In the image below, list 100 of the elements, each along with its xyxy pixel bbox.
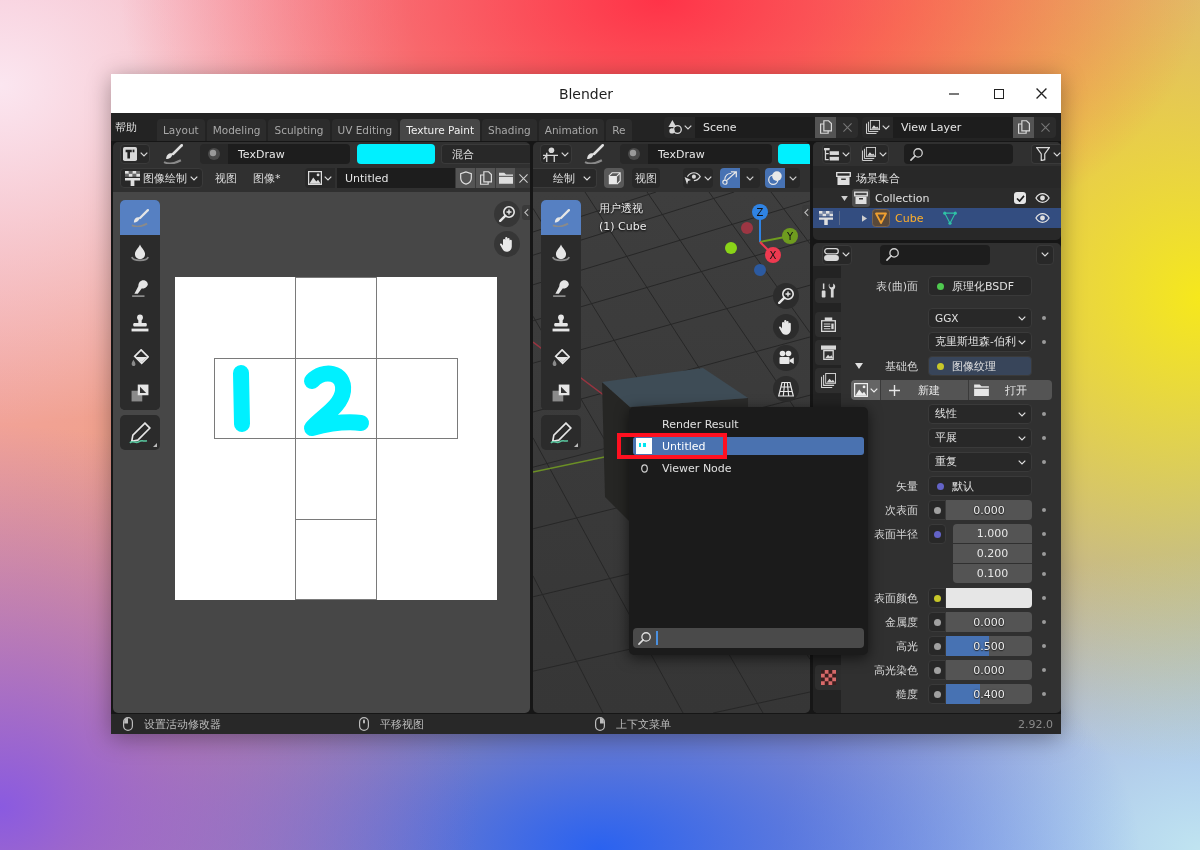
sidebar-toggle[interactable] xyxy=(522,205,530,220)
select-dropdown[interactable]: 克里斯坦森-伯利 xyxy=(928,332,1032,352)
toggle-button[interactable] xyxy=(604,168,624,188)
number-field[interactable]: 0.100 xyxy=(953,564,1032,583)
duplicate-button[interactable] xyxy=(815,116,836,138)
checkbox[interactable] xyxy=(1014,192,1026,204)
editor-type-button[interactable] xyxy=(540,144,572,164)
socket-button[interactable] xyxy=(928,636,946,656)
image-browse-button[interactable] xyxy=(305,168,335,188)
link-field[interactable]: 图像纹理 xyxy=(928,356,1032,376)
search-field[interactable] xyxy=(903,144,1013,164)
header-menu[interactable]: 视图 xyxy=(632,168,660,188)
decorator-dot-icon[interactable] xyxy=(1042,620,1046,624)
number-field[interactable]: 1.000 xyxy=(953,524,1032,543)
decorator-dot-icon[interactable] xyxy=(1042,572,1046,576)
zoom-button[interactable] xyxy=(773,283,799,309)
gizmo-options-dropdown[interactable] xyxy=(740,168,760,188)
open-button[interactable] xyxy=(495,168,515,188)
brush-browse-button[interactable] xyxy=(200,144,228,164)
select-dropdown[interactable]: 平展 xyxy=(928,428,1032,448)
outliner-row[interactable]: 场景集合 xyxy=(813,168,1061,188)
workspace-tab[interactable]: Animation xyxy=(538,119,605,141)
properties-tab[interactable] xyxy=(815,312,841,337)
search-field[interactable] xyxy=(633,628,864,648)
help-menu[interactable]: 帮助 xyxy=(115,119,137,135)
scene-browse-button[interactable] xyxy=(664,116,695,138)
select-dropdown[interactable]: 线性 xyxy=(928,404,1032,424)
projection-toggle[interactable] xyxy=(773,376,799,402)
unlink-button[interactable] xyxy=(836,116,858,138)
decorator-dot-icon[interactable] xyxy=(1042,532,1046,536)
paintbrush-icon[interactable] xyxy=(163,144,183,164)
unlink-button[interactable] xyxy=(515,168,530,188)
link-field[interactable]: 原理化BSDF xyxy=(928,276,1032,296)
overlay-options-dropdown[interactable] xyxy=(785,168,800,188)
image-menu-item[interactable]: Render Result xyxy=(633,415,864,433)
decorator-dot-icon[interactable] xyxy=(1042,340,1046,344)
search-field[interactable] xyxy=(880,244,990,265)
number-field[interactable]: 0.200 xyxy=(953,544,1032,563)
header-menu[interactable]: 图像* xyxy=(249,168,285,188)
new-image-button[interactable]: 新建 xyxy=(880,380,968,400)
socket-button[interactable] xyxy=(928,684,946,704)
brush-name-field[interactable]: TexDraw xyxy=(228,144,350,164)
decorator-dot-icon[interactable] xyxy=(1042,460,1046,464)
open-image-button[interactable]: 打开 xyxy=(968,380,1052,400)
visibility-dropdown[interactable] xyxy=(683,168,713,188)
gizmo-toggle[interactable] xyxy=(720,168,740,188)
decorator-dot-icon[interactable] xyxy=(1042,552,1046,556)
workspace-tab[interactable]: Layout xyxy=(157,119,205,141)
mesh-data-icon[interactable] xyxy=(943,211,958,225)
filter-dropdown[interactable] xyxy=(1031,144,1061,164)
view-layer-name-field[interactable]: View Layer xyxy=(893,116,1013,138)
options-dropdown[interactable] xyxy=(1036,244,1054,265)
image-browse-button[interactable] xyxy=(851,380,880,400)
pan-button[interactable] xyxy=(494,231,520,257)
close-icon[interactable] xyxy=(1035,88,1047,99)
collapsed-triangle-icon[interactable] xyxy=(861,214,867,222)
number-slider[interactable]: 0.500 xyxy=(946,636,1032,656)
scene-name-field[interactable]: Scene xyxy=(695,116,815,138)
properties-tab[interactable] xyxy=(815,278,841,303)
socket-button[interactable] xyxy=(928,500,946,520)
view-layer-browse-button[interactable] xyxy=(862,116,893,138)
editor-type-button[interactable] xyxy=(822,244,852,265)
expanded-triangle-icon[interactable] xyxy=(840,195,848,201)
number-field[interactable]: 0.000 xyxy=(946,660,1032,680)
socket-button[interactable] xyxy=(928,612,946,632)
duplicate-button[interactable] xyxy=(1013,116,1034,138)
negative-axis-handle[interactable] xyxy=(754,264,766,276)
workspace-tab[interactable]: Shading xyxy=(482,119,537,141)
socket-button[interactable] xyxy=(928,660,946,680)
view-layer-dropdown[interactable] xyxy=(861,144,889,164)
properties-tab[interactable] xyxy=(815,665,841,690)
expanded-triangle-icon[interactable] xyxy=(855,363,863,369)
image-menu-item[interactable]: Viewer Node xyxy=(633,459,864,477)
decorator-dot-icon[interactable] xyxy=(1042,596,1046,600)
decorator-dot-icon[interactable] xyxy=(1042,668,1046,672)
paintbrush-icon[interactable] xyxy=(584,144,604,164)
brush-color-swatch[interactable] xyxy=(778,144,810,164)
pan-button[interactable] xyxy=(773,314,799,340)
negative-axis-handle[interactable] xyxy=(725,242,737,254)
select-dropdown[interactable]: GGX xyxy=(928,308,1032,328)
brush-name-field[interactable]: TexDraw xyxy=(648,144,772,164)
display-mode-dropdown[interactable] xyxy=(822,144,852,164)
brush-browse-button[interactable] xyxy=(620,144,648,164)
number-field[interactable]: 0.000 xyxy=(946,612,1032,632)
properties-tab[interactable] xyxy=(815,368,841,393)
unlink-button[interactable] xyxy=(1034,116,1056,138)
image-name-field[interactable]: Untitled xyxy=(337,168,455,188)
decorator-dot-icon[interactable] xyxy=(1042,508,1046,512)
socket-button[interactable] xyxy=(928,588,946,608)
link-field[interactable]: 默认 xyxy=(928,476,1032,496)
camera-view-button[interactable] xyxy=(773,345,799,371)
decorator-dot-icon[interactable] xyxy=(1042,644,1046,648)
image-menu-item[interactable]: Untitled xyxy=(633,437,864,455)
brush-color-swatch[interactable] xyxy=(357,144,435,164)
properties-tab[interactable] xyxy=(815,340,841,365)
zoom-button[interactable] xyxy=(494,201,520,227)
blend-mode-dropdown[interactable]: 混合 xyxy=(441,144,530,164)
decorator-dot-icon[interactable] xyxy=(1042,692,1046,696)
negative-axis-handle[interactable] xyxy=(741,222,753,234)
color-field[interactable] xyxy=(946,588,1032,608)
